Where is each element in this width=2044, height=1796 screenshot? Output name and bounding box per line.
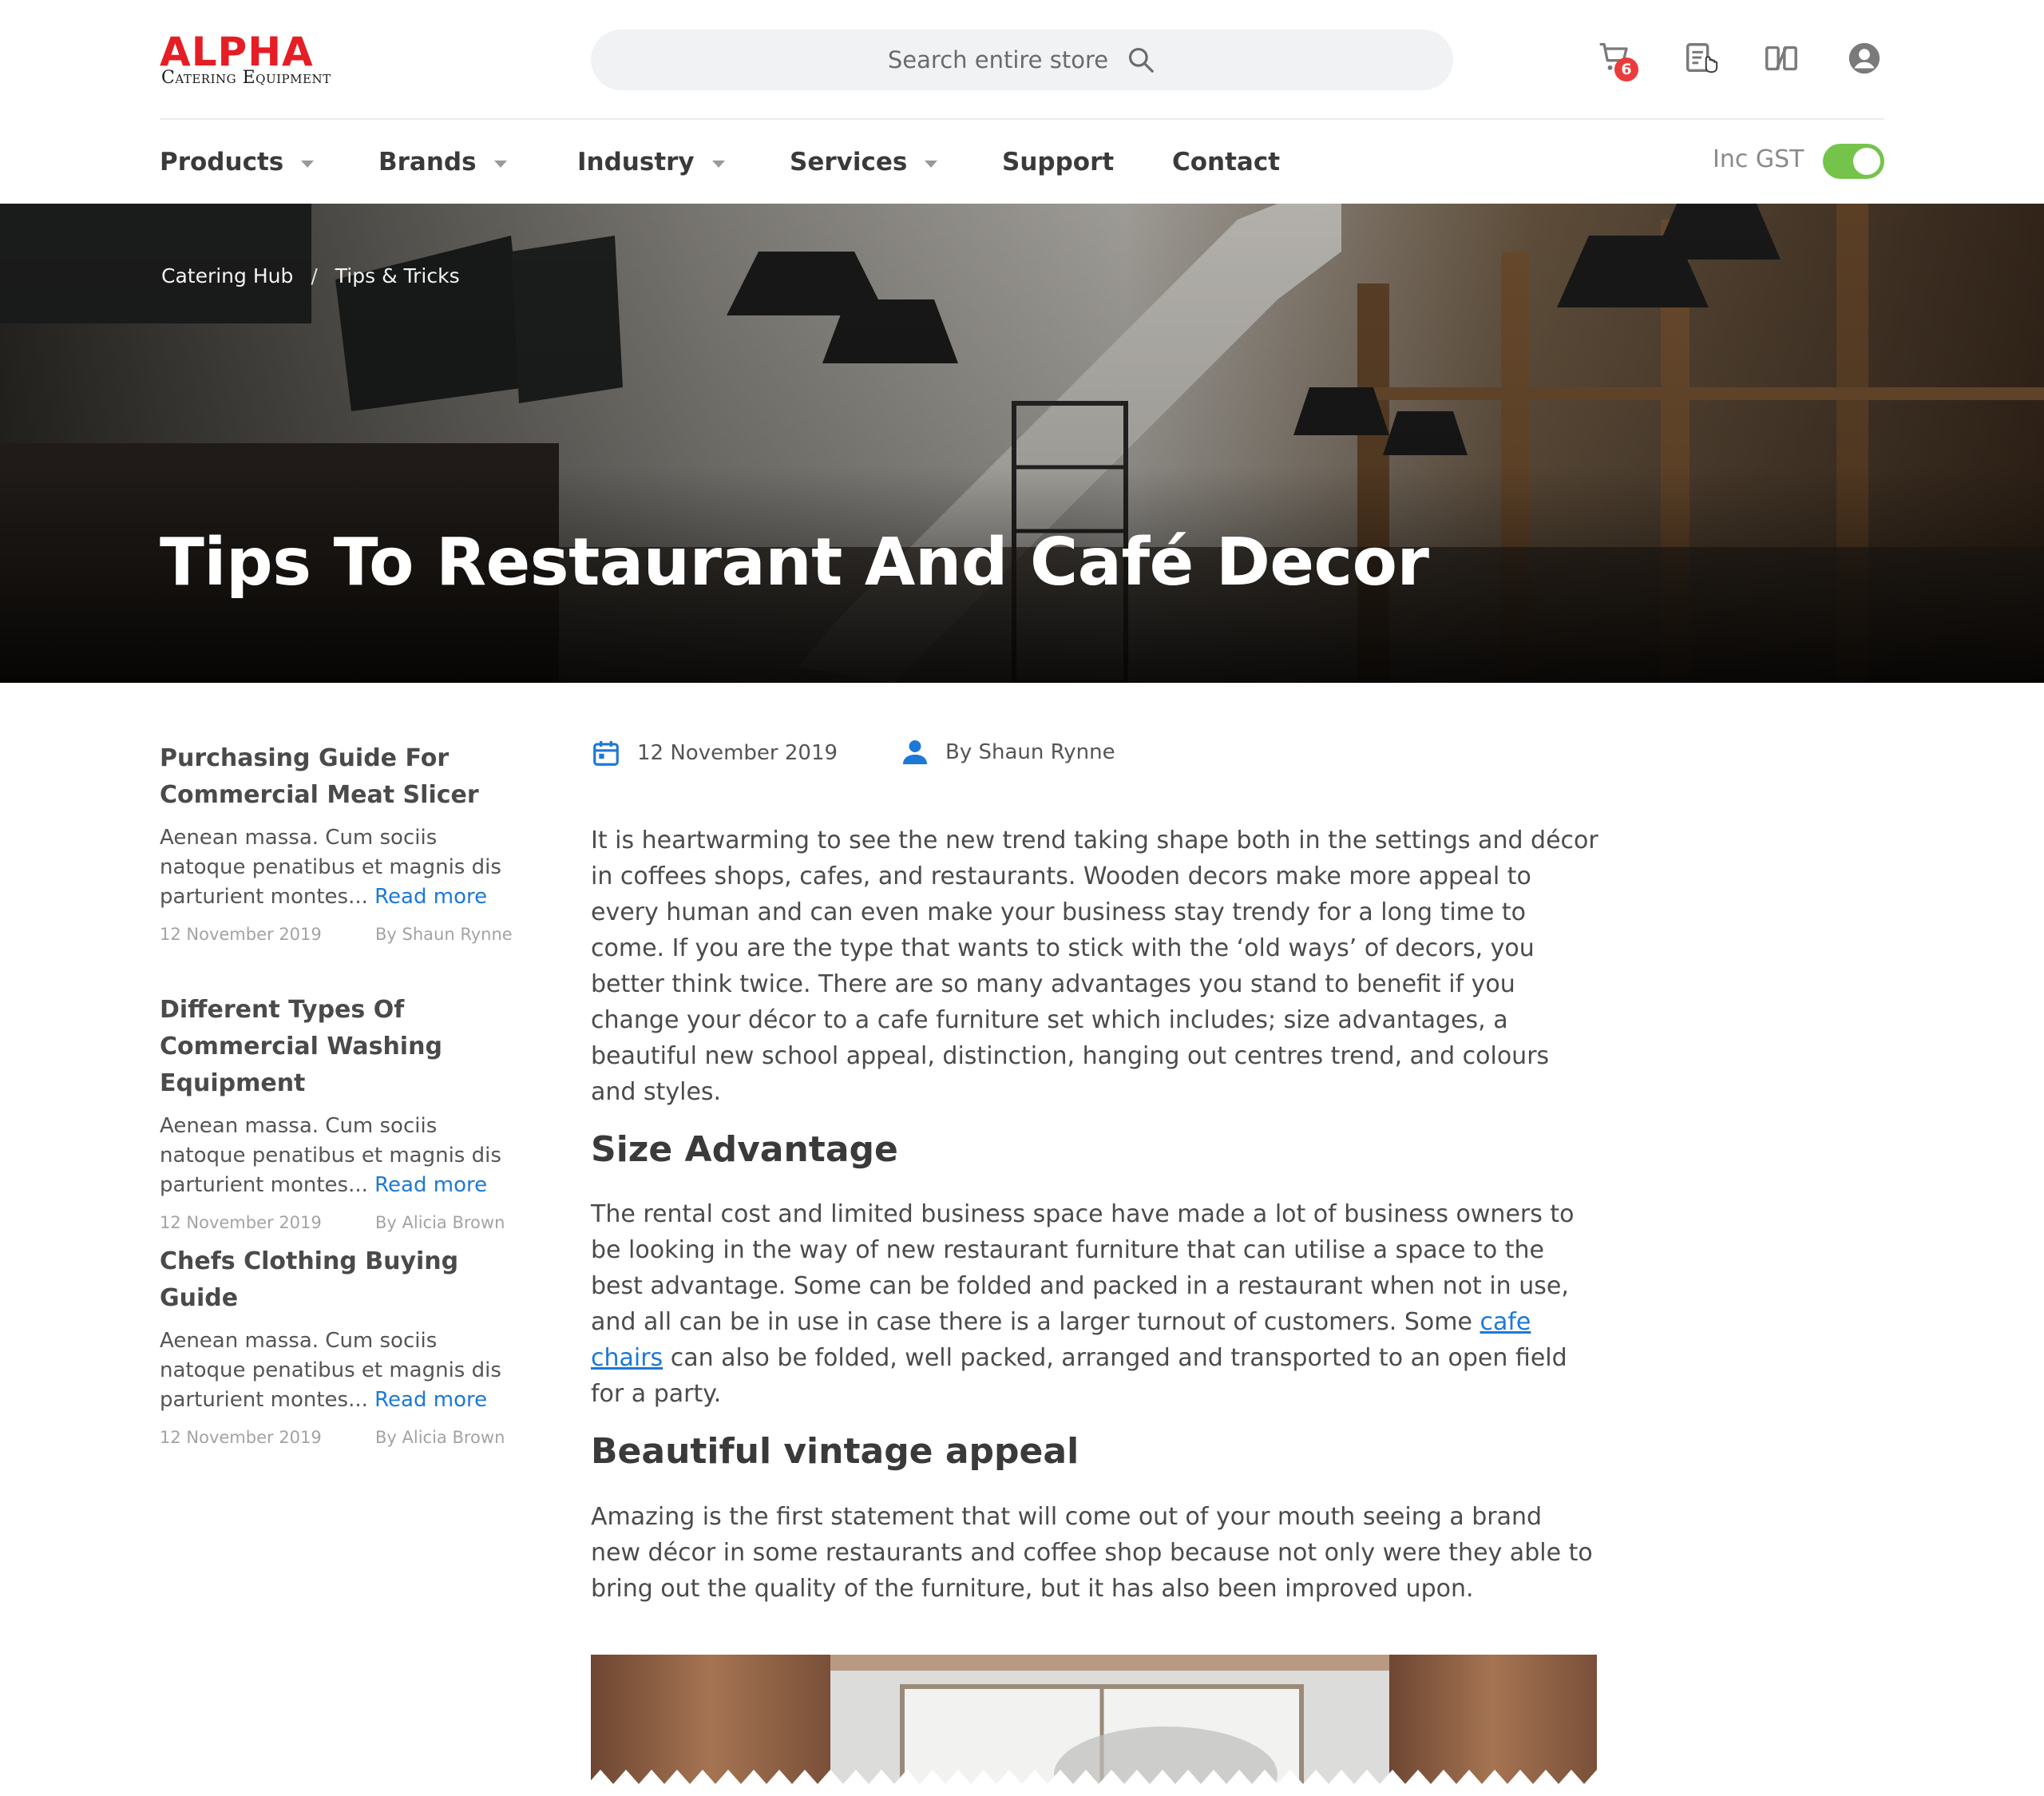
sidebar-post-excerpt: Aenean massa. Cum sociis natoque penatib… [160,823,527,912]
account-icon [1848,42,1880,74]
sidebar-post: Different Types Of Commercial Washing Eq… [160,992,527,1237]
post-date: 12 November 2019 [160,1428,322,1447]
chevron-down-icon [493,160,507,168]
article-author: By Shaun Rynne [901,738,1115,767]
torn-edge-decoration [0,1770,2044,1796]
article-date: 12 November 2019 [591,738,838,768]
calendar-icon [593,740,619,766]
section-text-part: The rental cost and limited business spa… [591,1200,1575,1336]
header-divider [160,118,1884,120]
breadcrumb: Catering Hub / Tips & Tricks [161,264,460,287]
user-icon [903,740,927,764]
sidebar-post-title[interactable]: Chefs Clothing Buying Guide [160,1243,527,1317]
sidebar-post-excerpt: Aenean massa. Cum sociis natoque penatib… [160,1112,527,1200]
sidebar-post: Purchasing Guide For Commercial Meat Sli… [160,740,527,949]
read-more-link[interactable]: Read more [374,1173,487,1197]
nav-item-products[interactable]: Products [160,140,315,184]
sidebar-post-title[interactable]: Purchasing Guide For Commercial Meat Sli… [160,740,527,814]
toggle-knob [1853,148,1880,175]
section-heading: Beautiful vintage appeal [591,1431,1079,1472]
nav-label: Industry [577,148,695,176]
sidebar-post-meta: 12 November 2019 By Shaun Rynne [160,922,527,949]
post-author: By Alicia Brown [375,1428,505,1447]
sidebar-post-excerpt: Aenean massa. Cum sociis natoque penatib… [160,1326,527,1415]
breadcrumb-item-catering-hub[interactable]: Catering Hub [161,264,293,287]
gst-toggle-label: Inc GST [1713,145,1804,173]
account-button[interactable] [1846,40,1884,78]
quote-list-icon [1686,43,1718,73]
chevron-down-icon [925,160,938,168]
nav-label: Services [790,148,908,176]
search-icon[interactable] [1126,45,1156,75]
nav-label: Contact [1172,148,1281,176]
breadcrumb-separator: / [311,264,318,287]
article-section-vintage: Beautiful vintage appeal [591,1429,1598,1474]
compare-button[interactable] [1763,40,1801,78]
section-text-part: can also be folded, well packed, arrange… [591,1344,1567,1408]
article-section-size-body: The rental cost and limited business spa… [591,1196,1598,1412]
nav-item-services[interactable]: Services [790,140,938,184]
section-text: Amazing is the first statement that will… [591,1503,1593,1603]
post-date: 12 November 2019 [160,925,322,944]
nav-item-industry[interactable]: Industry [577,140,725,184]
search-input[interactable]: Search entire store [888,46,1108,73]
brand-tagline: Catering Equipment [161,68,331,88]
nav-item-support[interactable]: Support [1002,140,1114,184]
chevron-down-icon [301,160,315,168]
nav-label: Products [160,148,284,176]
nav-label: Support [1002,148,1115,176]
article-author-text: By Shaun Rynne [945,740,1115,764]
post-author: By Alicia Brown [375,1213,505,1232]
compare-icon [1765,46,1797,71]
nav-item-brands[interactable]: Brands [378,140,507,184]
quote-list-button[interactable] [1683,40,1721,78]
cart-count-badge: 6 [1614,57,1638,81]
article-section-vintage-body: Amazing is the first statement that will… [591,1499,1598,1607]
article-intro-text: It is heartwarming to see the new trend … [591,827,1598,1106]
section-text: The rental cost and limited business spa… [591,1196,1598,1412]
sidebar-post-meta: 12 November 2019 By Alicia Brown [160,1425,527,1452]
read-more-link[interactable]: Read more [374,1388,487,1412]
article-section-size: Size Advantage [591,1128,1598,1172]
search-bar[interactable]: Search entire store [591,30,1453,90]
post-author: By Shaun Rynne [375,925,513,944]
sidebar-post-title[interactable]: Different Types Of Commercial Washing Eq… [160,992,527,1102]
brand-name: ALPHA [160,29,314,75]
sidebar-post: Chefs Clothing Buying Guide Aenean massa… [160,1243,527,1452]
cart-button[interactable]: 6 [1597,40,1638,81]
chevron-down-icon [711,160,725,168]
gst-toggle[interactable] [1823,144,1884,179]
article-date-text: 12 November 2019 [637,741,838,765]
breadcrumb-item-tips-tricks[interactable]: Tips & Tricks [335,264,460,287]
page-title: Tips To Restaurant And Café Decor [160,525,1429,601]
post-date: 12 November 2019 [160,1213,322,1232]
article-intro: It is heartwarming to see the new trend … [591,823,1598,1110]
nav-label: Brands [378,148,477,176]
hero-banner: Catering Hub / Tips & Tricks Tips To Res… [0,204,2044,683]
sidebar-post-meta: 12 November 2019 By Alicia Brown [160,1210,527,1237]
section-heading: Size Advantage [591,1129,898,1170]
nav-item-contact[interactable]: Contact [1172,140,1280,184]
read-more-link[interactable]: Read more [374,885,487,909]
brand-logo[interactable]: ALPHA Catering Equipment [160,32,372,93]
